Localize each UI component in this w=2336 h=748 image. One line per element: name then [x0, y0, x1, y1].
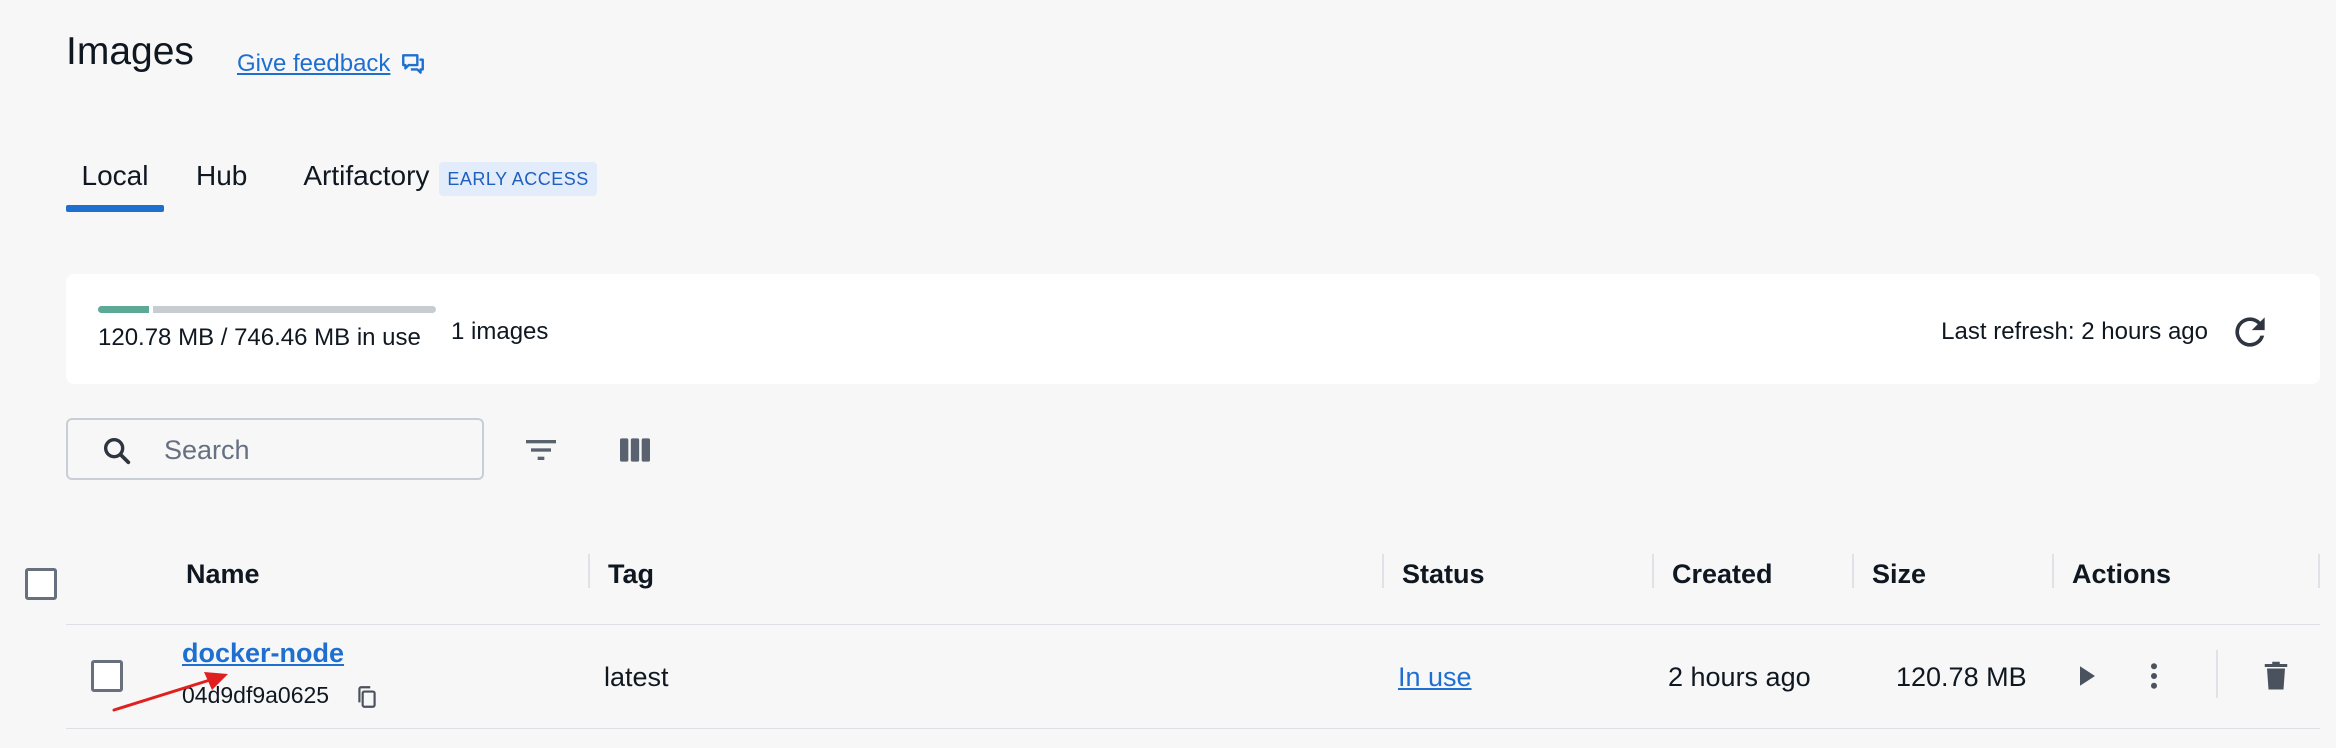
column-header-tag[interactable]: Tag: [608, 554, 654, 594]
search-box[interactable]: [66, 418, 484, 480]
table-header: Name Tag Status Created Size Actions: [25, 536, 2320, 625]
filter-icon[interactable]: [520, 430, 562, 470]
last-refresh-text: Last refresh: 2 hours ago: [1941, 318, 2208, 345]
refresh-icon[interactable]: [2228, 310, 2272, 354]
column-header-status[interactable]: Status: [1402, 554, 1485, 594]
disk-usage-text: 120.78 MB / 746.46 MB in use: [98, 324, 421, 351]
column-header-name[interactable]: Name: [186, 554, 260, 594]
image-status-link[interactable]: In use: [1398, 662, 1472, 692]
column-divider[interactable]: [1652, 554, 1654, 588]
column-divider[interactable]: [2052, 554, 2054, 588]
image-size: 120.78 MB: [1896, 662, 2027, 692]
image-tag: latest: [604, 662, 669, 692]
more-vertical-icon[interactable]: [2136, 658, 2172, 694]
actions-divider: [2216, 650, 2218, 698]
give-feedback-label: Give feedback: [237, 50, 391, 77]
play-icon[interactable]: [2068, 658, 2104, 694]
disk-usage-card: 120.78 MB / 746.46 MB in use 1 images La…: [66, 274, 2320, 384]
tab-artifactory-label: Artifactory: [303, 160, 430, 191]
early-access-badge: EARLY ACCESS: [439, 162, 597, 196]
tab-local-label: Local: [81, 160, 149, 191]
columns-icon[interactable]: [614, 430, 656, 470]
search-icon: [103, 437, 131, 465]
image-name-link[interactable]: docker-node: [182, 638, 344, 669]
column-divider[interactable]: [588, 554, 590, 588]
column-header-created[interactable]: Created: [1672, 554, 1773, 594]
image-count: 1 images: [451, 318, 549, 345]
copy-icon[interactable]: [354, 684, 380, 710]
feedback-icon: [402, 54, 425, 74]
column-divider[interactable]: [1382, 554, 1384, 588]
images-page: Images Give feedback Local Hub Artifacto…: [0, 0, 2336, 748]
page-title: Images: [66, 30, 194, 73]
search-input[interactable]: [162, 430, 466, 470]
trash-icon[interactable]: [2258, 658, 2294, 694]
disk-usage-fill: [98, 306, 153, 313]
column-divider: [2318, 554, 2320, 588]
column-header-actions: Actions: [2072, 559, 2172, 589]
tab-local[interactable]: Local: [66, 150, 164, 212]
table-row: docker-node 04d9df9a0625 latest In use 2…: [66, 624, 2320, 729]
column-divider[interactable]: [1852, 554, 1854, 588]
tab-artifactory[interactable]: Artifactory EARLY ACCESS: [287, 150, 612, 212]
tab-hub-label: Hub: [196, 160, 248, 191]
annotation-arrow: [112, 672, 228, 712]
select-all-checkbox[interactable]: [25, 568, 57, 600]
give-feedback-link[interactable]: Give feedback: [237, 50, 426, 78]
image-created: 2 hours ago: [1668, 662, 1811, 692]
column-header-size[interactable]: Size: [1872, 554, 1926, 594]
disk-usage-bar: [98, 306, 436, 313]
tab-hub[interactable]: Hub: [180, 150, 263, 212]
image-source-tabs: Local Hub Artifactory EARLY ACCESS: [66, 150, 613, 212]
